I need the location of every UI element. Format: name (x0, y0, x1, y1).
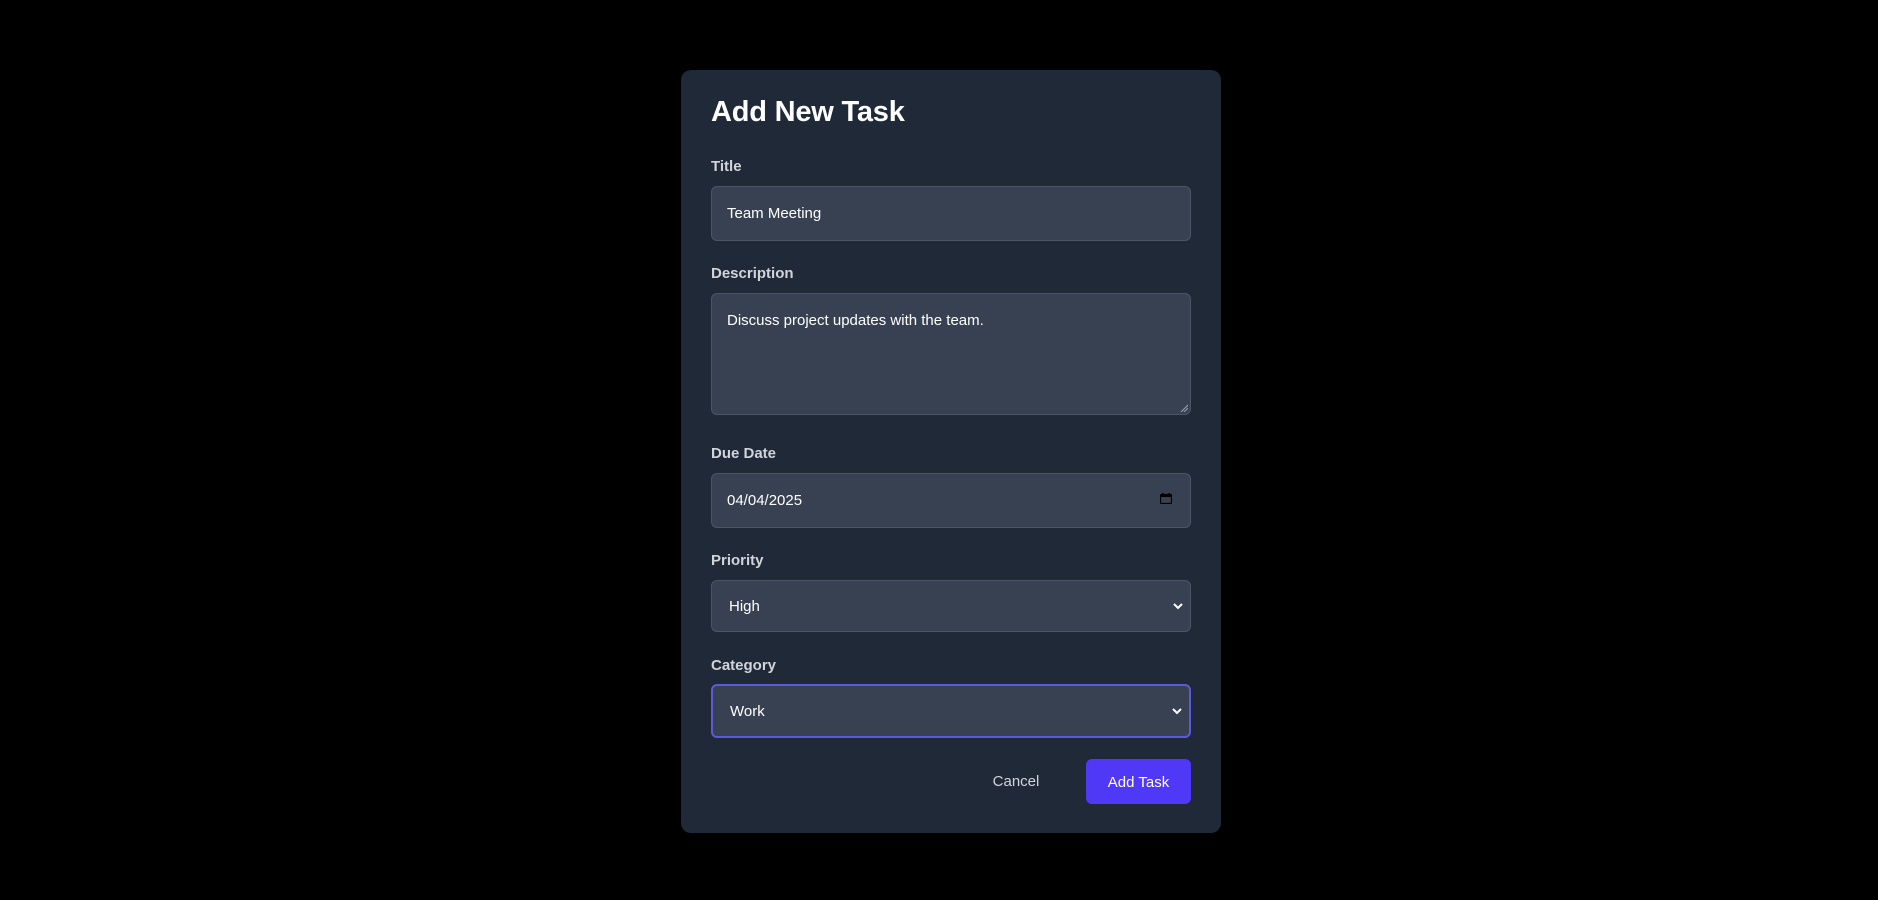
description-textarea-value: Discuss project updates with the team. (727, 312, 984, 329)
priority-label: Priority (711, 552, 764, 569)
title-label: Title (711, 158, 742, 175)
chevron-down-icon (1173, 603, 1183, 610)
add-task-button[interactable]: Add Task (1086, 759, 1191, 804)
category-select-value: Work (730, 703, 765, 720)
priority-select-value: High (729, 598, 760, 615)
chevron-down-icon (1172, 708, 1182, 715)
title-input[interactable]: Team Meeting (711, 186, 1191, 241)
category-label: Category (711, 657, 777, 674)
dialog-title: Add New Task (711, 96, 905, 128)
due-date-label: Due Date (711, 445, 777, 462)
priority-select[interactable]: High (711, 580, 1191, 632)
resize-handle-icon[interactable] (1180, 404, 1188, 412)
description-textarea[interactable]: Discuss project updates with the team. (711, 293, 1191, 415)
add-task-dialog: Add New Task Title Team Meeting Descript… (681, 70, 1221, 833)
calendar-icon[interactable] (1160, 493, 1172, 504)
title-input-value: Team Meeting (727, 205, 822, 222)
due-date-input[interactable]: 04/04/2025 (711, 473, 1191, 528)
category-select[interactable]: Work (711, 684, 1191, 738)
description-label: Description (711, 265, 794, 282)
due-date-input-value: 04/04/2025 (727, 492, 803, 509)
cancel-button[interactable]: Cancel (976, 760, 1056, 802)
